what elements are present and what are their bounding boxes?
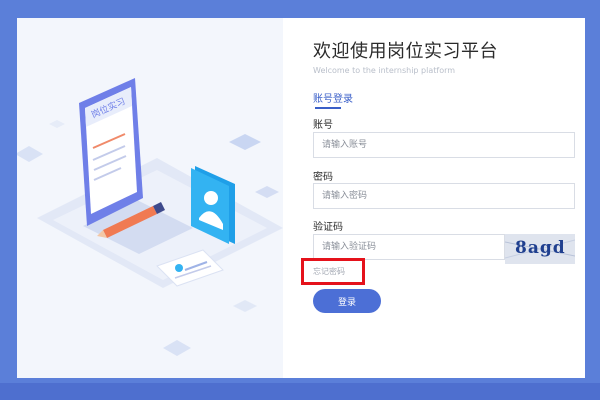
password-label: 密码 <box>313 172 333 183</box>
password-input[interactable] <box>313 183 575 209</box>
tab-account-login[interactable]: 账号登录 <box>313 90 353 105</box>
captcha-input[interactable] <box>313 234 505 260</box>
internship-illustration: 岗位实习 <box>17 78 283 356</box>
captcha-image[interactable]: 8agd <box>505 234 575 264</box>
frame-bottom-bar <box>0 383 600 400</box>
illustration-panel: 岗位实习 <box>17 18 283 378</box>
captcha-text: 8agd <box>515 238 566 258</box>
tab-active-indicator <box>315 107 341 109</box>
login-form: 欢迎使用岗位实习平台 Welcome to the internship pla… <box>301 18 585 378</box>
page-subtitle: Welcome to the internship platform <box>313 66 456 75</box>
account-label: 账号 <box>313 120 333 131</box>
page-title: 欢迎使用岗位实习平台 <box>313 41 498 62</box>
account-input[interactable] <box>313 132 575 158</box>
login-button[interactable]: 登录 <box>313 289 381 313</box>
login-card: 岗位实习 欢迎使用岗位实习平台 Welcome to the internshi… <box>17 18 585 378</box>
highlight-box <box>301 258 365 285</box>
captcha-label: 验证码 <box>313 222 343 233</box>
